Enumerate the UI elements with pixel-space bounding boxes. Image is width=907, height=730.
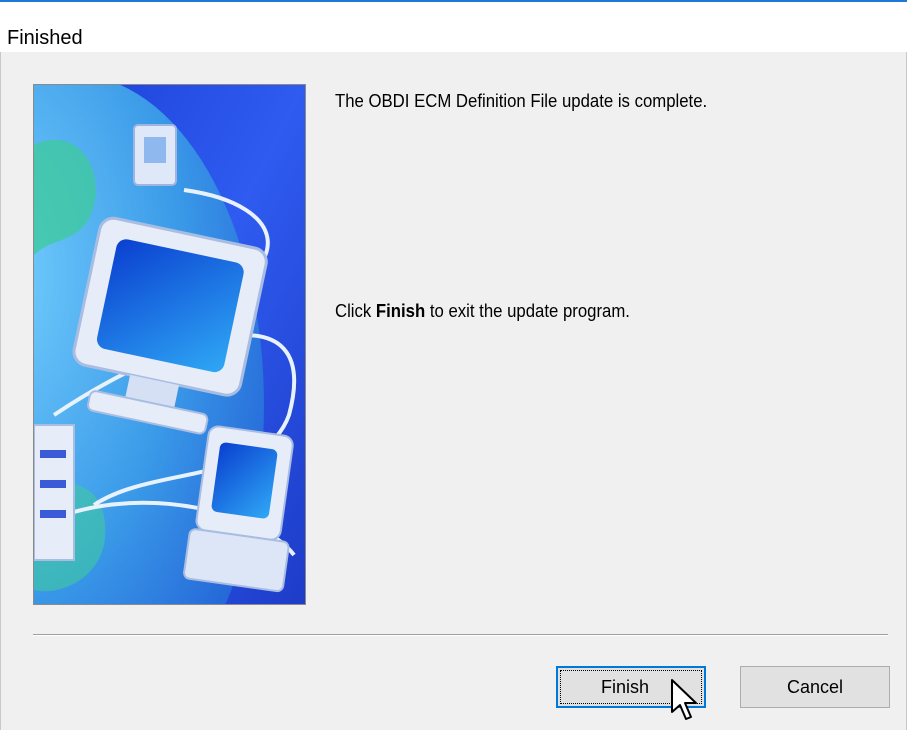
window-left-edge xyxy=(0,52,1,730)
network-computers-illustration xyxy=(33,84,306,605)
instruction-suffix: to exit the update program. xyxy=(425,301,630,321)
wizard-dialog: Finished The OBDI ECM Definition File up… xyxy=(0,0,907,730)
instruction-finish-emphasis: Finish xyxy=(375,301,426,321)
mouse-pointer-icon xyxy=(671,679,697,720)
title-bar[interactable]: Finished xyxy=(0,2,907,52)
cancel-button-label: Cancel xyxy=(786,676,844,697)
cancel-button[interactable]: Cancel xyxy=(740,666,890,708)
window-title: Finished xyxy=(7,27,83,49)
button-area-separator xyxy=(33,634,888,636)
finish-button-label: Finish xyxy=(600,676,649,697)
update-complete-message: The OBDI ECM Definition File update is c… xyxy=(335,91,708,111)
finish-instruction: Click Finish to exit the update program. xyxy=(335,300,630,322)
instruction-prefix: Click xyxy=(335,301,376,321)
